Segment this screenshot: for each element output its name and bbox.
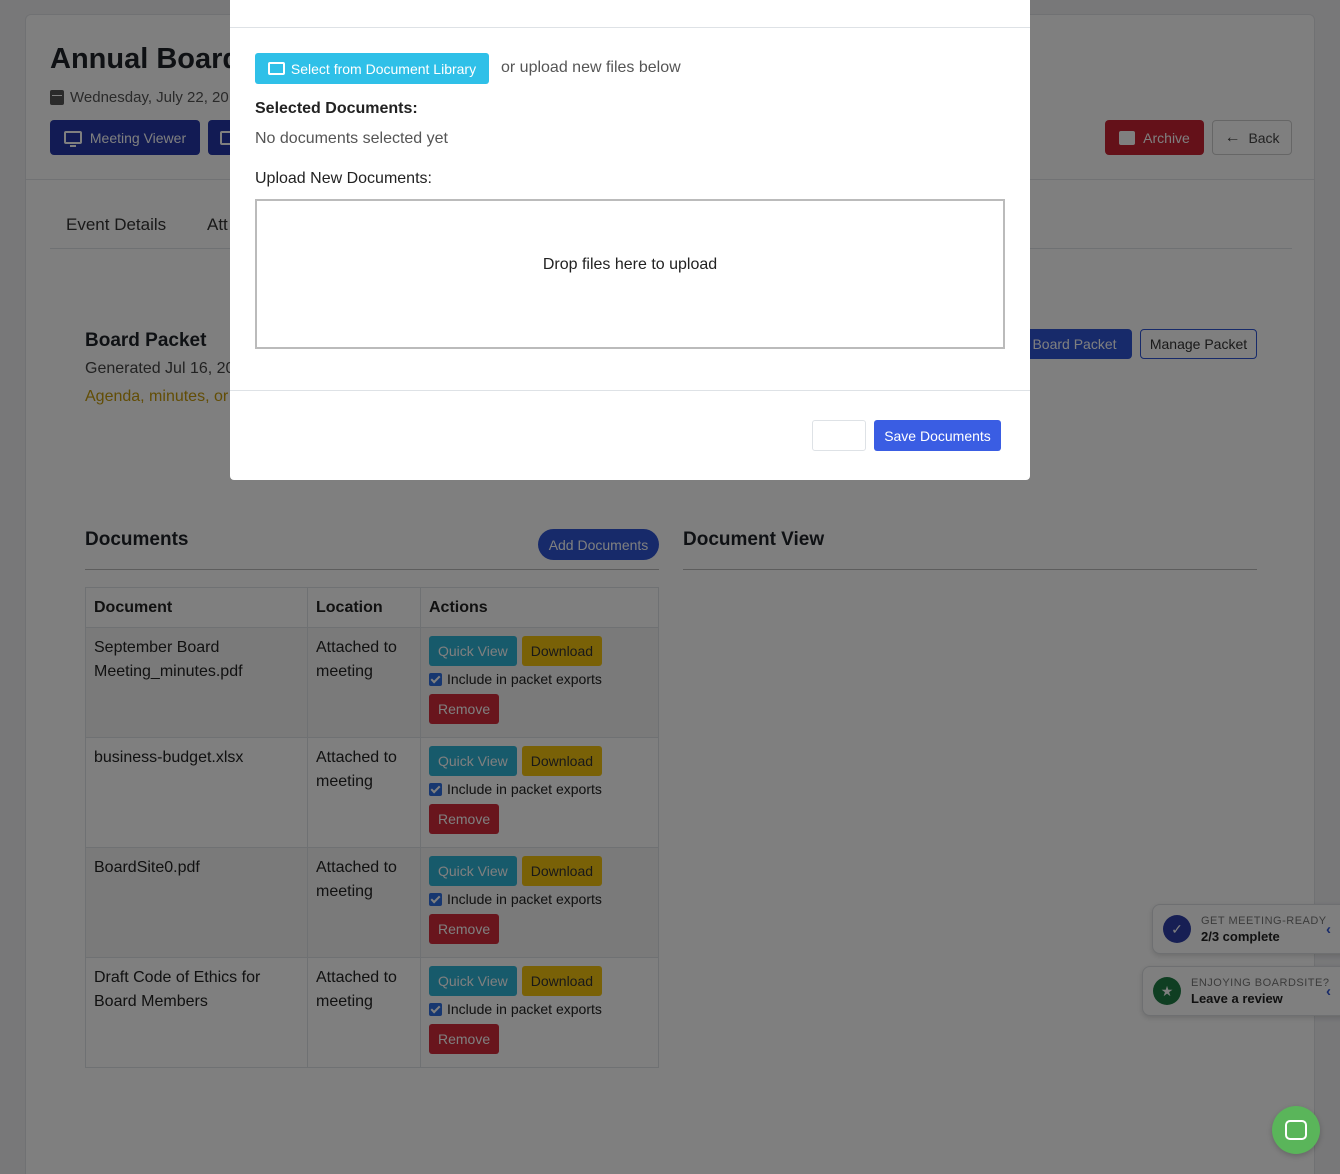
cancel-button[interactable] <box>812 420 866 451</box>
save-documents-button[interactable]: Save Documents <box>874 420 1001 451</box>
upload-new-label: Upload New Documents: <box>255 170 432 187</box>
selected-documents-label: Selected Documents: <box>255 100 418 117</box>
chat-icon <box>1285 1120 1307 1140</box>
chat-launcher-button[interactable] <box>1272 1106 1320 1154</box>
add-documents-modal: Select from Document Library or upload n… <box>230 0 1030 480</box>
select-from-library-label: Select from Document Library <box>290 60 477 77</box>
modal-footer-divider <box>230 390 1030 391</box>
selected-documents-empty: No documents selected yet <box>255 130 448 147</box>
modal-header-divider <box>230 27 1030 28</box>
file-dropzone[interactable]: Drop files here to upload <box>255 199 1005 349</box>
dropzone-text: Drop files here to upload <box>542 256 718 273</box>
folder-open-icon <box>267 62 285 75</box>
upload-hint: or upload new files below <box>501 59 681 76</box>
select-from-library-button[interactable]: Select from Document Library <box>255 53 489 84</box>
